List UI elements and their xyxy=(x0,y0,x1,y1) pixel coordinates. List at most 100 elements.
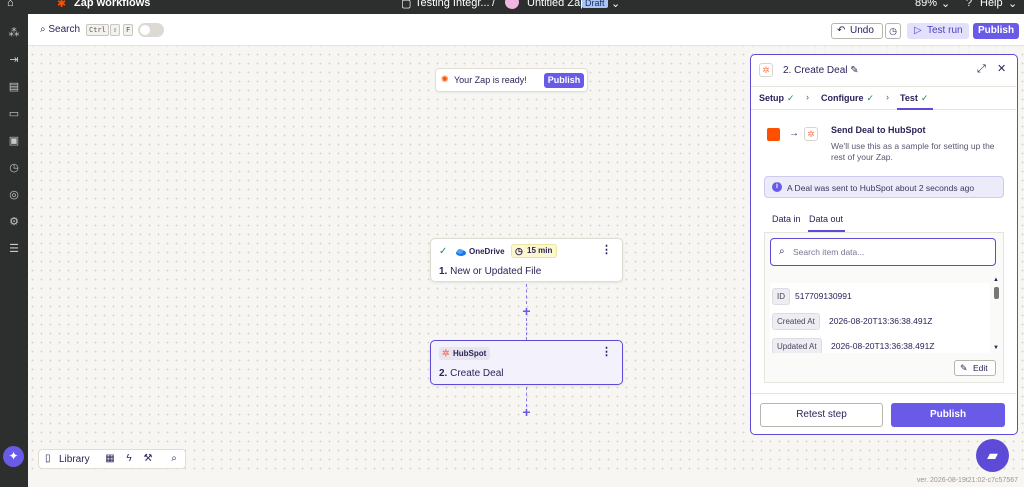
history-icon[interactable]: ◷ xyxy=(7,161,21,175)
scrollbar[interactable]: ▲ ▼ xyxy=(993,277,999,351)
active-tab-indicator xyxy=(897,108,933,110)
search-input[interactable] xyxy=(793,245,983,259)
tab-test[interactable]: Test ✓ xyxy=(900,93,928,104)
expand-icon[interactable]: ⤢ xyxy=(977,64,986,75)
field-value: 2026-08-20T13:36:38.491Z xyxy=(829,316,933,326)
scroll-down-icon[interactable]: ▼ xyxy=(993,345,999,351)
tab-configure[interactable]: Configure ✓ xyxy=(821,93,874,104)
check-icon: ✓ xyxy=(787,93,795,103)
zapier-app-icon xyxy=(767,128,780,141)
connector-line xyxy=(526,318,527,340)
step-number: 2. xyxy=(439,368,448,379)
zoom-chevron-icon[interactable]: ⌄ xyxy=(941,0,950,10)
step-card-action[interactable]: ✲ HubSpot ⋮ 2. Create Deal xyxy=(430,340,623,385)
step-app-name: OneDrive xyxy=(469,247,505,256)
folder-icon: ▢ xyxy=(401,0,412,10)
tab-data-in[interactable]: Data in xyxy=(772,214,801,224)
chevron-down-icon[interactable]: ⌄ xyxy=(611,0,620,10)
data-list: ID 517709130991 Created At 2026-08-20T13… xyxy=(770,283,990,353)
settings-icon[interactable]: ⚙ xyxy=(7,215,21,229)
left-sidebar: ⁂ ⇥ ▤ ▭ ▣ ◷ ◎ ⚙ ☰ ✦ xyxy=(0,14,28,487)
lightning-icon[interactable]: ϟ xyxy=(123,453,135,465)
step-detail-panel: ✲ 2. Create Deal ✎ ⤢ ✕ Setup ✓ › Configur… xyxy=(750,54,1018,435)
scroll-up-icon[interactable]: ▲ xyxy=(993,277,999,283)
clock-icon: ◷ xyxy=(515,246,523,256)
onedrive-icon xyxy=(456,249,466,256)
layout-icon[interactable]: ▦ xyxy=(104,453,116,465)
help-label[interactable]: Help xyxy=(980,0,1003,9)
ready-publish-button[interactable]: Publish xyxy=(544,73,584,88)
templates-icon[interactable]: ☰ xyxy=(7,242,21,256)
chevron-right-icon: › xyxy=(806,92,809,102)
shortcut-key: Ctrl xyxy=(86,24,109,36)
tab-setup[interactable]: Setup ✓ xyxy=(759,93,795,104)
publish-button[interactable]: Publish xyxy=(973,23,1019,39)
info-banner: i A Deal was sent to HubSpot about 2 sec… xyxy=(764,176,1004,198)
zaps-icon[interactable]: ⇥ xyxy=(7,53,21,67)
app-name[interactable]: Zap workflows xyxy=(74,0,150,9)
step-card-trigger[interactable]: ✓ OneDrive ◷ 15 min ⋮ 1. New or Updated F… xyxy=(430,238,623,282)
more-options-icon[interactable]: ⋮ xyxy=(601,347,612,358)
check-icon: ✓ xyxy=(920,93,929,103)
divider xyxy=(751,393,1016,394)
step-app-name: HubSpot xyxy=(453,349,487,358)
zoom-search-icon[interactable]: ⌕ xyxy=(168,453,180,465)
step-app-pill: ✲ HubSpot xyxy=(439,347,491,360)
zap-avatar xyxy=(505,0,519,9)
pencil-icon: ✎ xyxy=(960,363,968,373)
field-key: Updated At xyxy=(772,338,822,353)
interfaces-icon[interactable]: ▭ xyxy=(7,107,21,121)
pencil-icon[interactable]: ✎ xyxy=(850,65,858,76)
tab-label: Configure xyxy=(821,93,864,103)
search-icon: ⌕ xyxy=(779,246,785,257)
undo-button[interactable]: ↶ Undo xyxy=(831,23,883,39)
panel-title[interactable]: 2. Create Deal ✎ xyxy=(783,65,859,76)
help-icon[interactable]: ? xyxy=(966,0,972,9)
home-icon[interactable]: ⌂ xyxy=(7,0,14,9)
folder-name[interactable]: Testing Integr... xyxy=(415,0,490,9)
test-run-label: Test run xyxy=(927,25,963,36)
sparkle-icon: ✺ xyxy=(441,74,449,84)
test-run-button[interactable]: ▷ Test run xyxy=(907,23,969,39)
ai-assistant-icon[interactable]: ✦ xyxy=(3,446,24,467)
help-chevron-icon[interactable]: ⌄ xyxy=(1008,0,1017,10)
field-value: 2026-08-20T13:36:38.491Z xyxy=(831,341,935,351)
status-badge: Draft xyxy=(582,0,608,8)
retest-step-button[interactable]: Retest step xyxy=(760,403,883,427)
scrollbar-thumb[interactable] xyxy=(994,287,999,299)
top-bar: ⌂ ✱ Zap workflows ▢ Testing Integr... / … xyxy=(0,0,1024,14)
version-history-button[interactable]: ◷ xyxy=(885,23,901,39)
chatbots-icon[interactable]: ▣ xyxy=(7,134,21,148)
book-icon: ▯ xyxy=(45,453,51,464)
tab-label: Setup xyxy=(759,93,785,103)
zoom-level[interactable]: 89% xyxy=(915,0,937,9)
search-icon: ⌕ xyxy=(40,24,46,35)
zap-name[interactable]: Untitled Zap xyxy=(527,0,586,9)
step-title-text: Create Deal xyxy=(450,368,504,379)
panel-title-text: 2. Create Deal xyxy=(783,65,848,76)
activity-icon[interactable]: ◎ xyxy=(7,188,21,202)
tables-icon[interactable]: ▤ xyxy=(7,80,21,94)
apps-grid-icon[interactable]: ⁂ xyxy=(7,26,21,40)
toggle-switch[interactable] xyxy=(138,23,164,37)
library-button[interactable]: ▯ Library xyxy=(45,453,90,465)
info-text: A Deal was sent to HubSpot about 2 secon… xyxy=(787,183,975,193)
wrench-icon[interactable]: ⚒ xyxy=(142,453,154,465)
close-icon[interactable]: ✕ xyxy=(997,64,1006,75)
add-step-icon[interactable]: + xyxy=(521,405,532,419)
step-title: 2. Create Deal xyxy=(439,368,503,379)
search-button[interactable]: ⌕ Search xyxy=(40,24,80,35)
info-icon: i xyxy=(772,182,782,192)
version-label: ver. 2026-08-19t21:02-c7c57567 xyxy=(916,477,1018,484)
edit-button[interactable]: ✎ Edit xyxy=(954,360,996,376)
more-options-icon[interactable]: ⋮ xyxy=(601,245,612,256)
zapier-logo-icon: ✱ xyxy=(57,0,67,10)
check-icon: ✓ xyxy=(439,246,448,257)
chat-support-icon[interactable]: ▰ xyxy=(976,439,1009,472)
search-item-data[interactable]: ⌕ xyxy=(770,238,996,266)
history-icon: ◷ xyxy=(889,26,897,36)
add-step-icon[interactable]: + xyxy=(521,304,532,318)
tab-data-out[interactable]: Data out xyxy=(809,214,843,224)
panel-publish-button[interactable]: Publish xyxy=(891,403,1005,427)
arrow-right-icon: → xyxy=(789,128,799,139)
